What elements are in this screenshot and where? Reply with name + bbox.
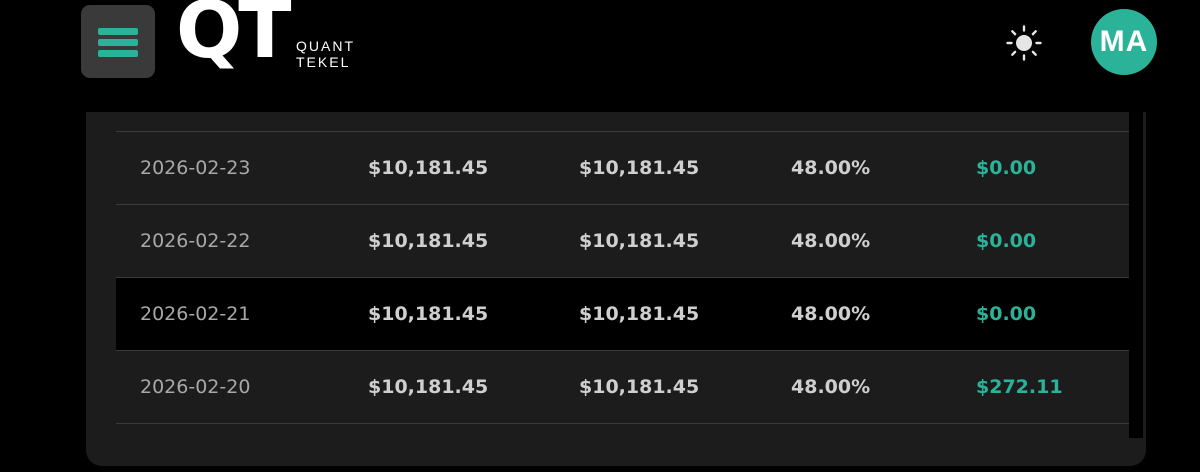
row-date: 2026-02-23 (140, 157, 251, 179)
table-row[interactable]: 2026-02-23 $10,181.45 $10,181.45 48.00% … (116, 132, 1129, 205)
row-amount: $272.11 (976, 376, 1063, 398)
logo-line-quant: QUANT (296, 38, 355, 54)
row-percent: 48.00% (791, 230, 871, 252)
row-date: 2026-02-21 (140, 303, 251, 325)
brand-logo[interactable]: QT QUANT TEKEL (176, 0, 366, 84)
top-header: QT QUANT TEKEL MA (0, 0, 1200, 112)
table-row-highlighted[interactable]: 2026-02-21 $10,181.45 $10,181.45 48.00% … (116, 278, 1129, 351)
table-scrollbar[interactable] (1129, 96, 1143, 438)
row-value-2: $10,181.45 (579, 303, 700, 325)
app-page: QT QUANT TEKEL MA 2026-02-23 $10,181.45 … (0, 0, 1200, 472)
row-value-2: $10,181.45 (579, 376, 700, 398)
row-amount: $0.00 (976, 303, 1037, 325)
row-value-1: $10,181.45 (368, 157, 489, 179)
row-value-1: $10,181.45 (368, 376, 489, 398)
sun-icon (1006, 25, 1042, 61)
table-row[interactable]: 2026-02-22 $10,181.45 $10,181.45 48.00% … (116, 205, 1129, 278)
row-percent: 48.00% (791, 376, 871, 398)
row-amount: $0.00 (976, 157, 1037, 179)
row-value-1: $10,181.45 (368, 303, 489, 325)
logo-mark: QT (176, 0, 291, 76)
row-value-2: $10,181.45 (579, 157, 700, 179)
table-row[interactable]: 2026-02-20 $10,181.45 $10,181.45 48.00% … (116, 351, 1129, 424)
logo-line-tekel: TEKEL (296, 54, 351, 70)
user-avatar[interactable]: MA (1091, 9, 1157, 75)
row-value-1: $10,181.45 (368, 230, 489, 252)
row-amount: $0.00 (976, 230, 1037, 252)
row-percent: 48.00% (791, 303, 871, 325)
row-date: 2026-02-22 (140, 230, 251, 252)
theme-toggle-button[interactable] (1003, 25, 1045, 61)
history-table-card: 2026-02-23 $10,181.45 $10,181.45 48.00% … (86, 96, 1146, 466)
row-value-2: $10,181.45 (579, 230, 700, 252)
history-table: 2026-02-23 $10,181.45 $10,181.45 48.00% … (116, 96, 1129, 436)
row-percent: 48.00% (791, 157, 871, 179)
menu-button[interactable] (81, 5, 155, 78)
row-date: 2026-02-20 (140, 376, 251, 398)
